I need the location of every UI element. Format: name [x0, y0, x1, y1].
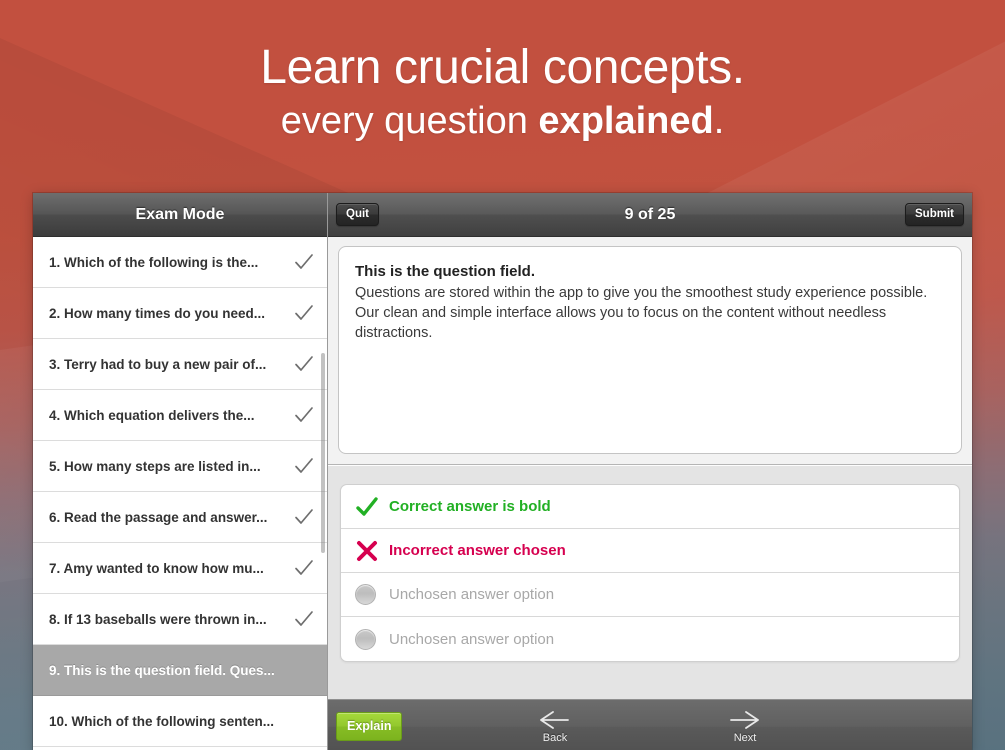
bottom-toolbar: Explain Back Next: [328, 699, 972, 750]
answer-options-list[interactable]: Correct answer is bold Incorrect answer c…: [340, 484, 960, 662]
headline-line-2-prefix: every question: [280, 100, 539, 142]
navigation-group: Back Next: [328, 700, 972, 750]
sidebar-title: Exam Mode: [33, 193, 327, 237]
checkmark-icon: [293, 557, 315, 579]
question-list-item[interactable]: 8. If 13 baseballs were thrown in...: [33, 594, 327, 645]
question-counter: 9 of 25: [624, 205, 676, 223]
checkmark-icon: [293, 251, 315, 273]
submit-button-wrap: Submit: [905, 202, 964, 227]
quit-button-wrap: Quit: [336, 202, 379, 227]
next-button[interactable]: Next: [710, 709, 780, 744]
question-list-item[interactable]: 9. This is the question field. Ques...: [33, 645, 327, 696]
quit-button[interactable]: Quit: [336, 202, 379, 227]
question-list-item-label: 3. Terry had to buy a new pair of...: [49, 356, 267, 372]
answers-area: Correct answer is bold Incorrect answer c…: [328, 465, 972, 699]
arrow-left-icon: [537, 709, 573, 731]
answer-option-label: Unchosen answer option: [389, 586, 555, 603]
app-window: Exam Mode 1. Which of the following is t…: [33, 193, 972, 750]
answer-option[interactable]: Unchosen answer option: [341, 573, 959, 617]
question-list-item-label: 2. How many times do you need...: [49, 305, 266, 321]
checkmark-icon: [293, 506, 315, 528]
question-list-item-label: 8. If 13 baseballs were thrown in...: [49, 611, 267, 627]
sidebar-scrollbar-track[interactable]: [321, 243, 325, 747]
arrow-right-icon: [727, 709, 763, 731]
answer-option-label: Unchosen answer option: [389, 630, 555, 648]
question-list-item-label: 4. Which equation delivers the...: [49, 407, 255, 423]
question-list-item[interactable]: 4. Which equation delivers the...: [33, 390, 327, 441]
main-pane: Quit 9 of 25 Submit This is the question…: [328, 193, 972, 750]
answer-option[interactable]: Correct answer is bold: [341, 485, 959, 529]
answer-option[interactable]: Incorrect answer chosen: [341, 529, 959, 573]
question-list-item[interactable]: 6. Read the passage and answer...: [33, 492, 327, 543]
headline-line-2-emphasis: explained: [538, 100, 714, 142]
sidebar-scrollbar-thumb[interactable]: [321, 353, 325, 553]
headline-line-2-suffix: .: [713, 100, 725, 142]
question-list-item-label: 7. Amy wanted to know how mu...: [49, 560, 264, 576]
question-panel[interactable]: This is the question field. Questions ar…: [338, 246, 962, 454]
question-list-item[interactable]: 2. How many times do you need...: [33, 288, 327, 339]
question-title: This is the question field.: [355, 263, 536, 280]
radio-circle-icon: [355, 584, 389, 605]
question-list-item-label: 1. Which of the following is the...: [49, 254, 259, 270]
check-icon: [355, 495, 389, 519]
question-list-sidebar: Exam Mode 1. Which of the following is t…: [33, 193, 328, 750]
answer-option-label: Incorrect answer chosen: [389, 542, 566, 559]
question-list-item-label: 10. Which of the following senten...: [49, 713, 275, 729]
back-button[interactable]: Back: [520, 709, 590, 744]
answer-option[interactable]: Unchosen answer option: [341, 617, 959, 661]
checkmark-icon: [293, 608, 315, 630]
question-list-item[interactable]: 7. Amy wanted to know how mu...: [33, 543, 327, 594]
next-button-label: Next: [733, 732, 757, 744]
answer-option-label: Correct answer is bold: [389, 498, 551, 515]
question-list-item-label: 9. This is the question field. Ques...: [49, 662, 275, 678]
question-panel-wrap: This is the question field. Questions ar…: [328, 237, 972, 465]
headline-line-2: every question explained.: [0, 98, 1005, 144]
checkmark-icon: [293, 404, 315, 426]
question-list-item[interactable]: 3. Terry had to buy a new pair of...: [33, 339, 327, 390]
cross-icon: [355, 539, 389, 563]
radio-circle-icon: [355, 628, 389, 650]
checkmark-icon: [293, 353, 315, 375]
submit-button[interactable]: Submit: [905, 202, 964, 227]
question-list-item[interactable]: 5. How many steps are listed in...: [33, 441, 327, 492]
marketing-headline: Learn crucial concepts. every question e…: [0, 40, 1005, 144]
checkmark-icon: [293, 302, 315, 324]
question-body: Questions are stored within the app to g…: [355, 285, 928, 341]
explain-button[interactable]: Explain: [336, 712, 403, 741]
question-list-item-label: 6. Read the passage and answer...: [49, 509, 268, 525]
question-list-item-label: 5. How many steps are listed in...: [49, 458, 261, 474]
checkmark-icon: [293, 455, 315, 477]
question-list[interactable]: 1. Which of the following is the... 2. Ho…: [33, 237, 327, 750]
checkmark-icon: [293, 710, 315, 732]
headline-line-1: Learn crucial concepts.: [260, 41, 745, 94]
top-toolbar: Quit 9 of 25 Submit: [328, 193, 972, 237]
question-list-item[interactable]: 10. Which of the following senten...: [33, 696, 327, 747]
back-button-label: Back: [542, 732, 568, 744]
question-list-item[interactable]: 1. Which of the following is the...: [33, 237, 327, 288]
